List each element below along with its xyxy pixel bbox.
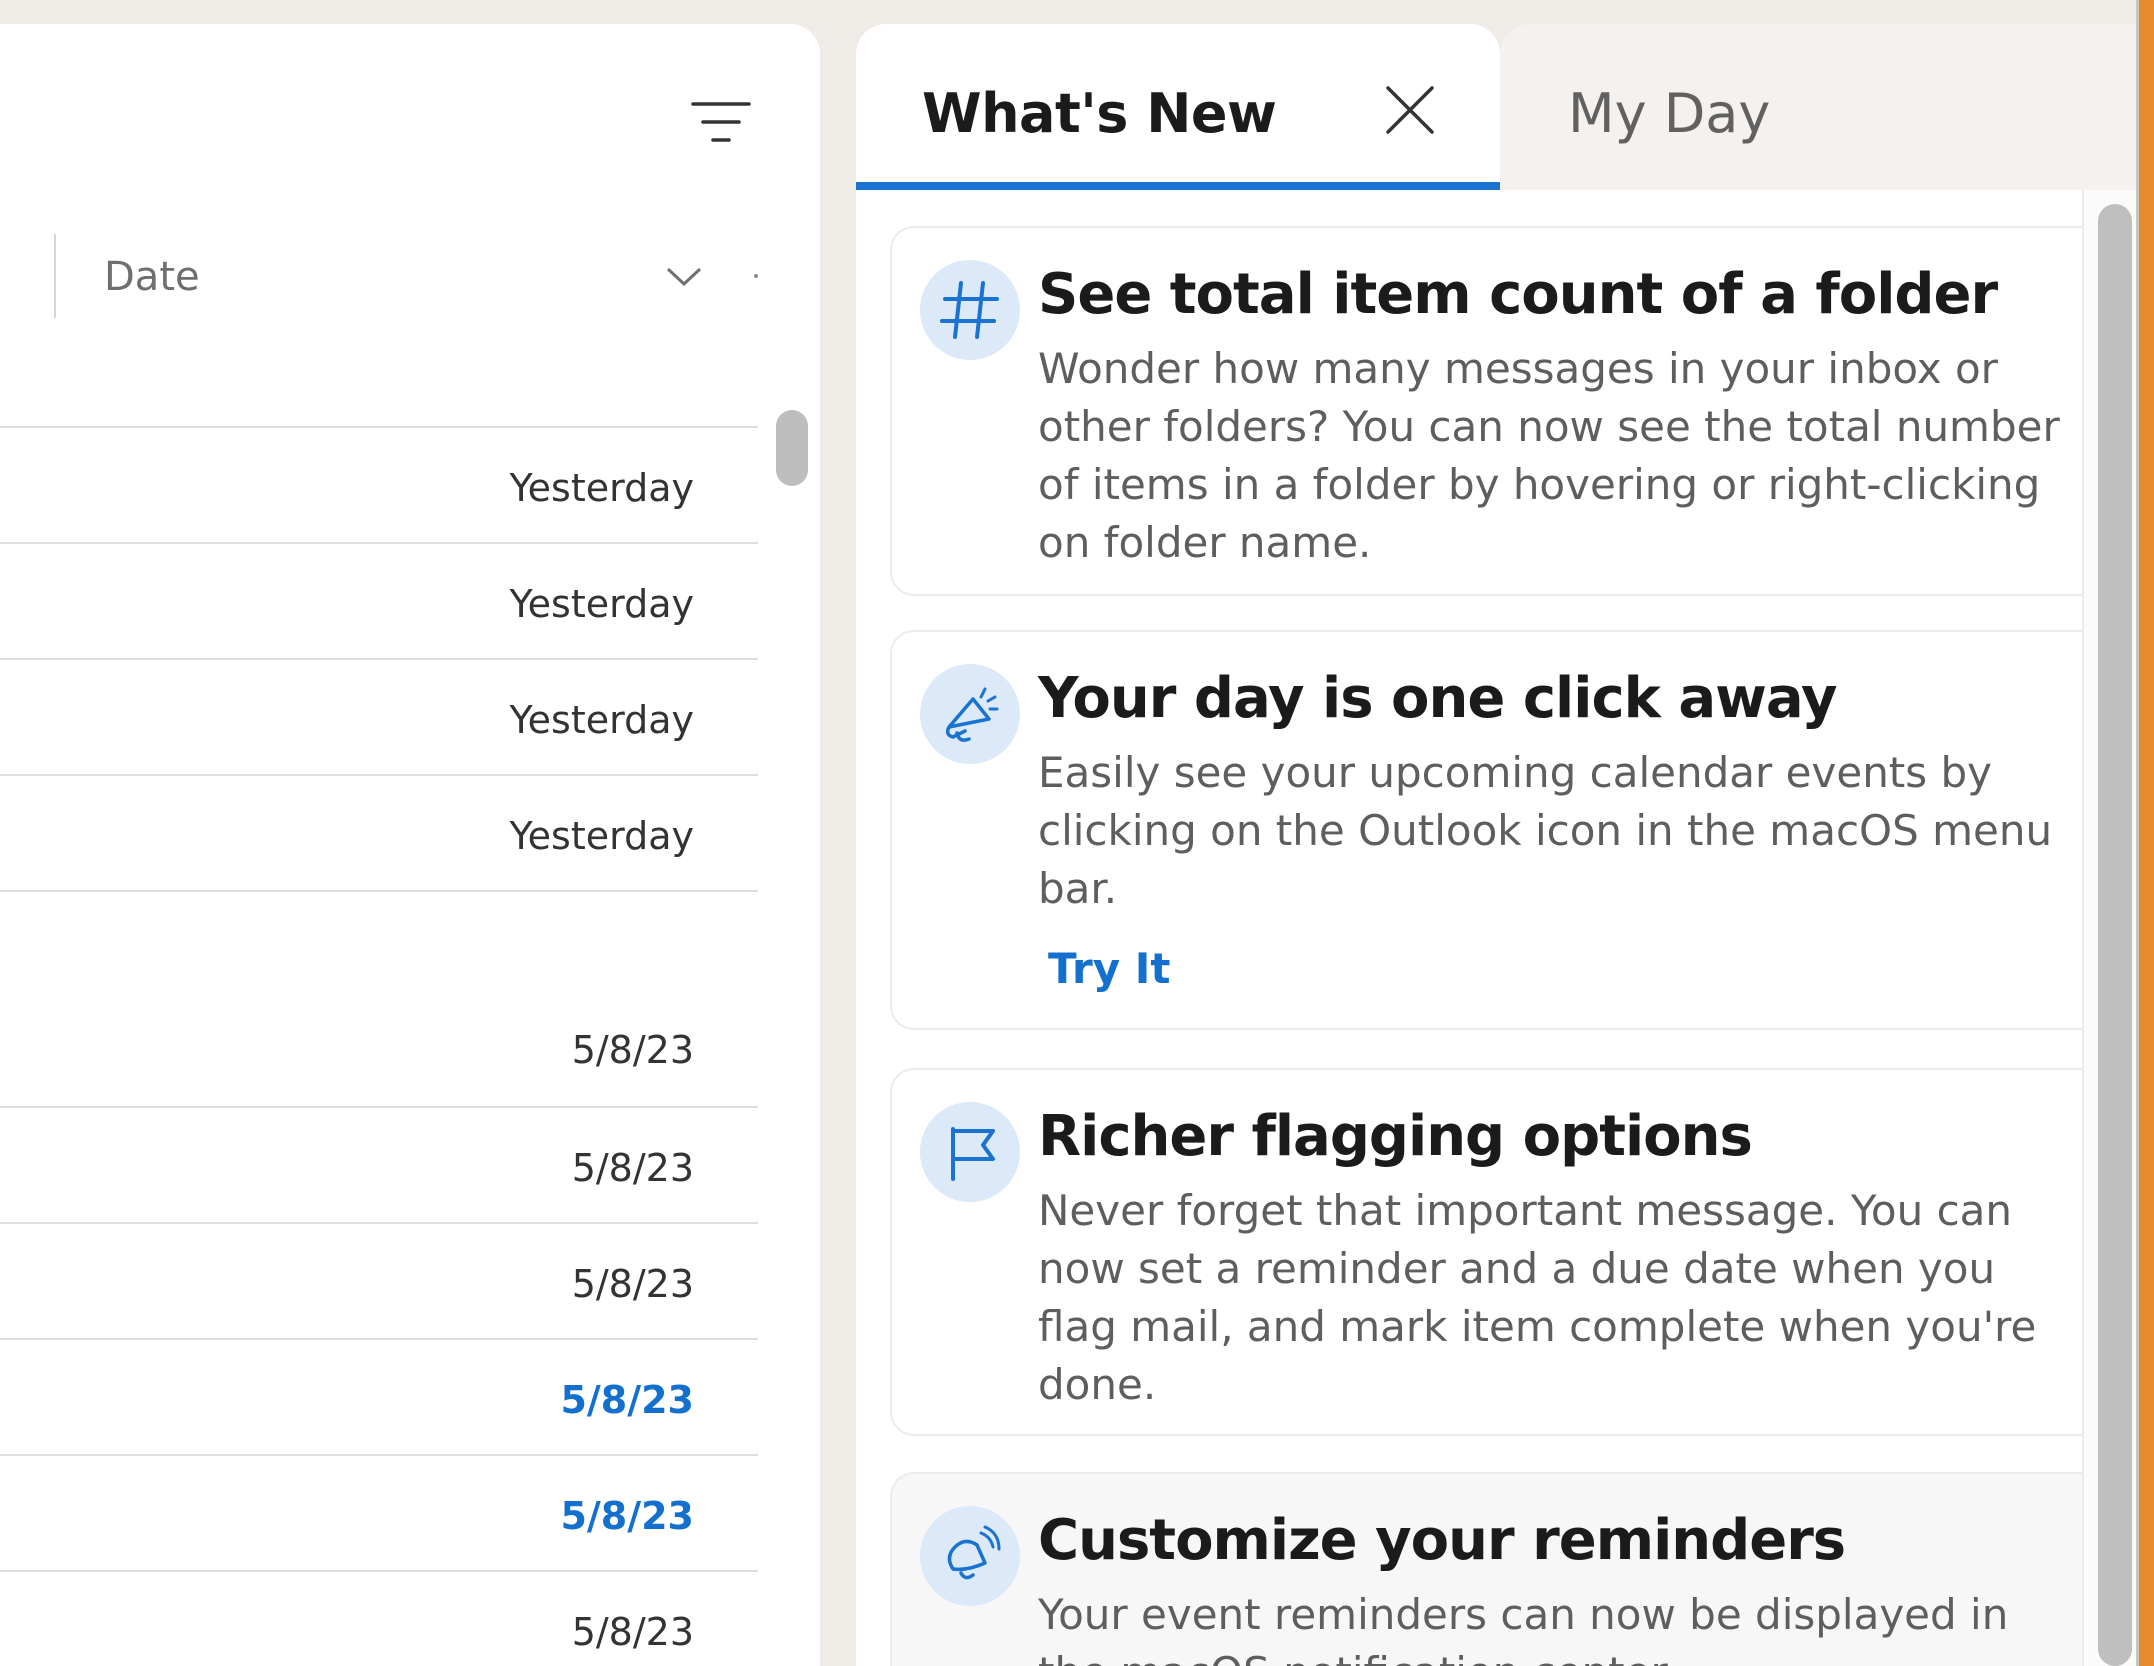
active-tab-indicator <box>856 182 1500 190</box>
list-item[interactable]: Yesterday <box>0 658 758 774</box>
feature-card-body: Easily see your upcoming calendar events… <box>1038 748 2053 913</box>
window-edge <box>2136 0 2154 1666</box>
feature-card-title: Richer flagging options <box>1038 1104 1753 1169</box>
feature-card-reminders: Customize your reminders Your event remi… <box>890 1472 2082 1666</box>
filter-icon <box>691 102 751 142</box>
list-item[interactable]: Yesterday <box>0 542 758 658</box>
bell-ringing-icon <box>920 1506 1020 1606</box>
whats-new-scroll-thumb[interactable] <box>2098 204 2132 1666</box>
message-list-scroll-thumb[interactable] <box>776 410 808 486</box>
feature-card-body: Wonder how many messages in your inbox o… <box>1038 344 2060 567</box>
list-item[interactable]: 5/8/23 <box>0 1106 758 1222</box>
filter-button[interactable] <box>680 82 762 164</box>
message-date: 5/8/23 <box>571 1028 694 1072</box>
feature-card-title: Your day is one click away <box>1038 666 1837 731</box>
group-divider <box>0 890 758 990</box>
try-it-link[interactable]: Try It <box>1048 944 1170 993</box>
close-tab-button[interactable] <box>1376 76 1444 144</box>
feature-card-body: Never forget that important message. You… <box>1038 1186 2037 1409</box>
feature-card-my-day: Your day is one click away Easily see yo… <box>890 630 2082 1030</box>
message-date: 5/8/23 <box>571 1610 694 1654</box>
list-item[interactable]: 5/8/23 <box>0 1454 758 1570</box>
feature-card-title: See total item count of a folder <box>1038 262 1998 327</box>
tab-whats-new-label: What's New <box>922 82 1277 145</box>
list-item[interactable]: Yesterday <box>0 426 758 542</box>
list-item[interactable]: 5/8/23 <box>0 990 758 1106</box>
feature-card-body: Your event reminders can now be displaye… <box>1038 1590 2009 1666</box>
tab-my-day[interactable]: My Day <box>1500 24 2154 190</box>
hash-icon <box>920 260 1020 360</box>
message-date: Yesterday <box>509 582 694 626</box>
message-date: 5/8/23 <box>560 1494 694 1538</box>
message-date: Yesterday <box>509 698 694 742</box>
list-item[interactable]: Yesterday <box>0 774 758 890</box>
message-date: 5/8/23 <box>571 1262 694 1306</box>
message-date: Yesterday <box>509 466 694 510</box>
message-date: 5/8/23 <box>571 1146 694 1190</box>
tab-my-day-label: My Day <box>1568 82 1771 145</box>
message-list: Yesterday Yesterday Yesterday Yesterday … <box>0 292 758 1654</box>
message-list-scrollbar[interactable] <box>758 292 820 1642</box>
feature-card-item-count: See total item count of a folder Wonder … <box>890 226 2082 596</box>
list-item[interactable]: 5/8/23 <box>0 1338 758 1454</box>
tab-whats-new[interactable]: What's New <box>856 24 1500 190</box>
megaphone-icon <box>920 664 1020 764</box>
feature-card-title: Customize your reminders <box>1038 1508 1846 1573</box>
flag-icon <box>920 1102 1020 1202</box>
list-item[interactable]: 5/8/23 <box>0 1222 758 1338</box>
message-date: Yesterday <box>509 814 694 858</box>
feature-card-flagging: Richer flagging options Never forget tha… <box>890 1068 2082 1436</box>
list-item[interactable]: 5/8/23 <box>0 1570 758 1666</box>
chevron-down-icon[interactable] <box>664 264 704 290</box>
close-icon <box>1386 86 1434 134</box>
message-date: 5/8/23 <box>560 1378 694 1422</box>
sort-direction-dot[interactable] <box>754 274 758 278</box>
